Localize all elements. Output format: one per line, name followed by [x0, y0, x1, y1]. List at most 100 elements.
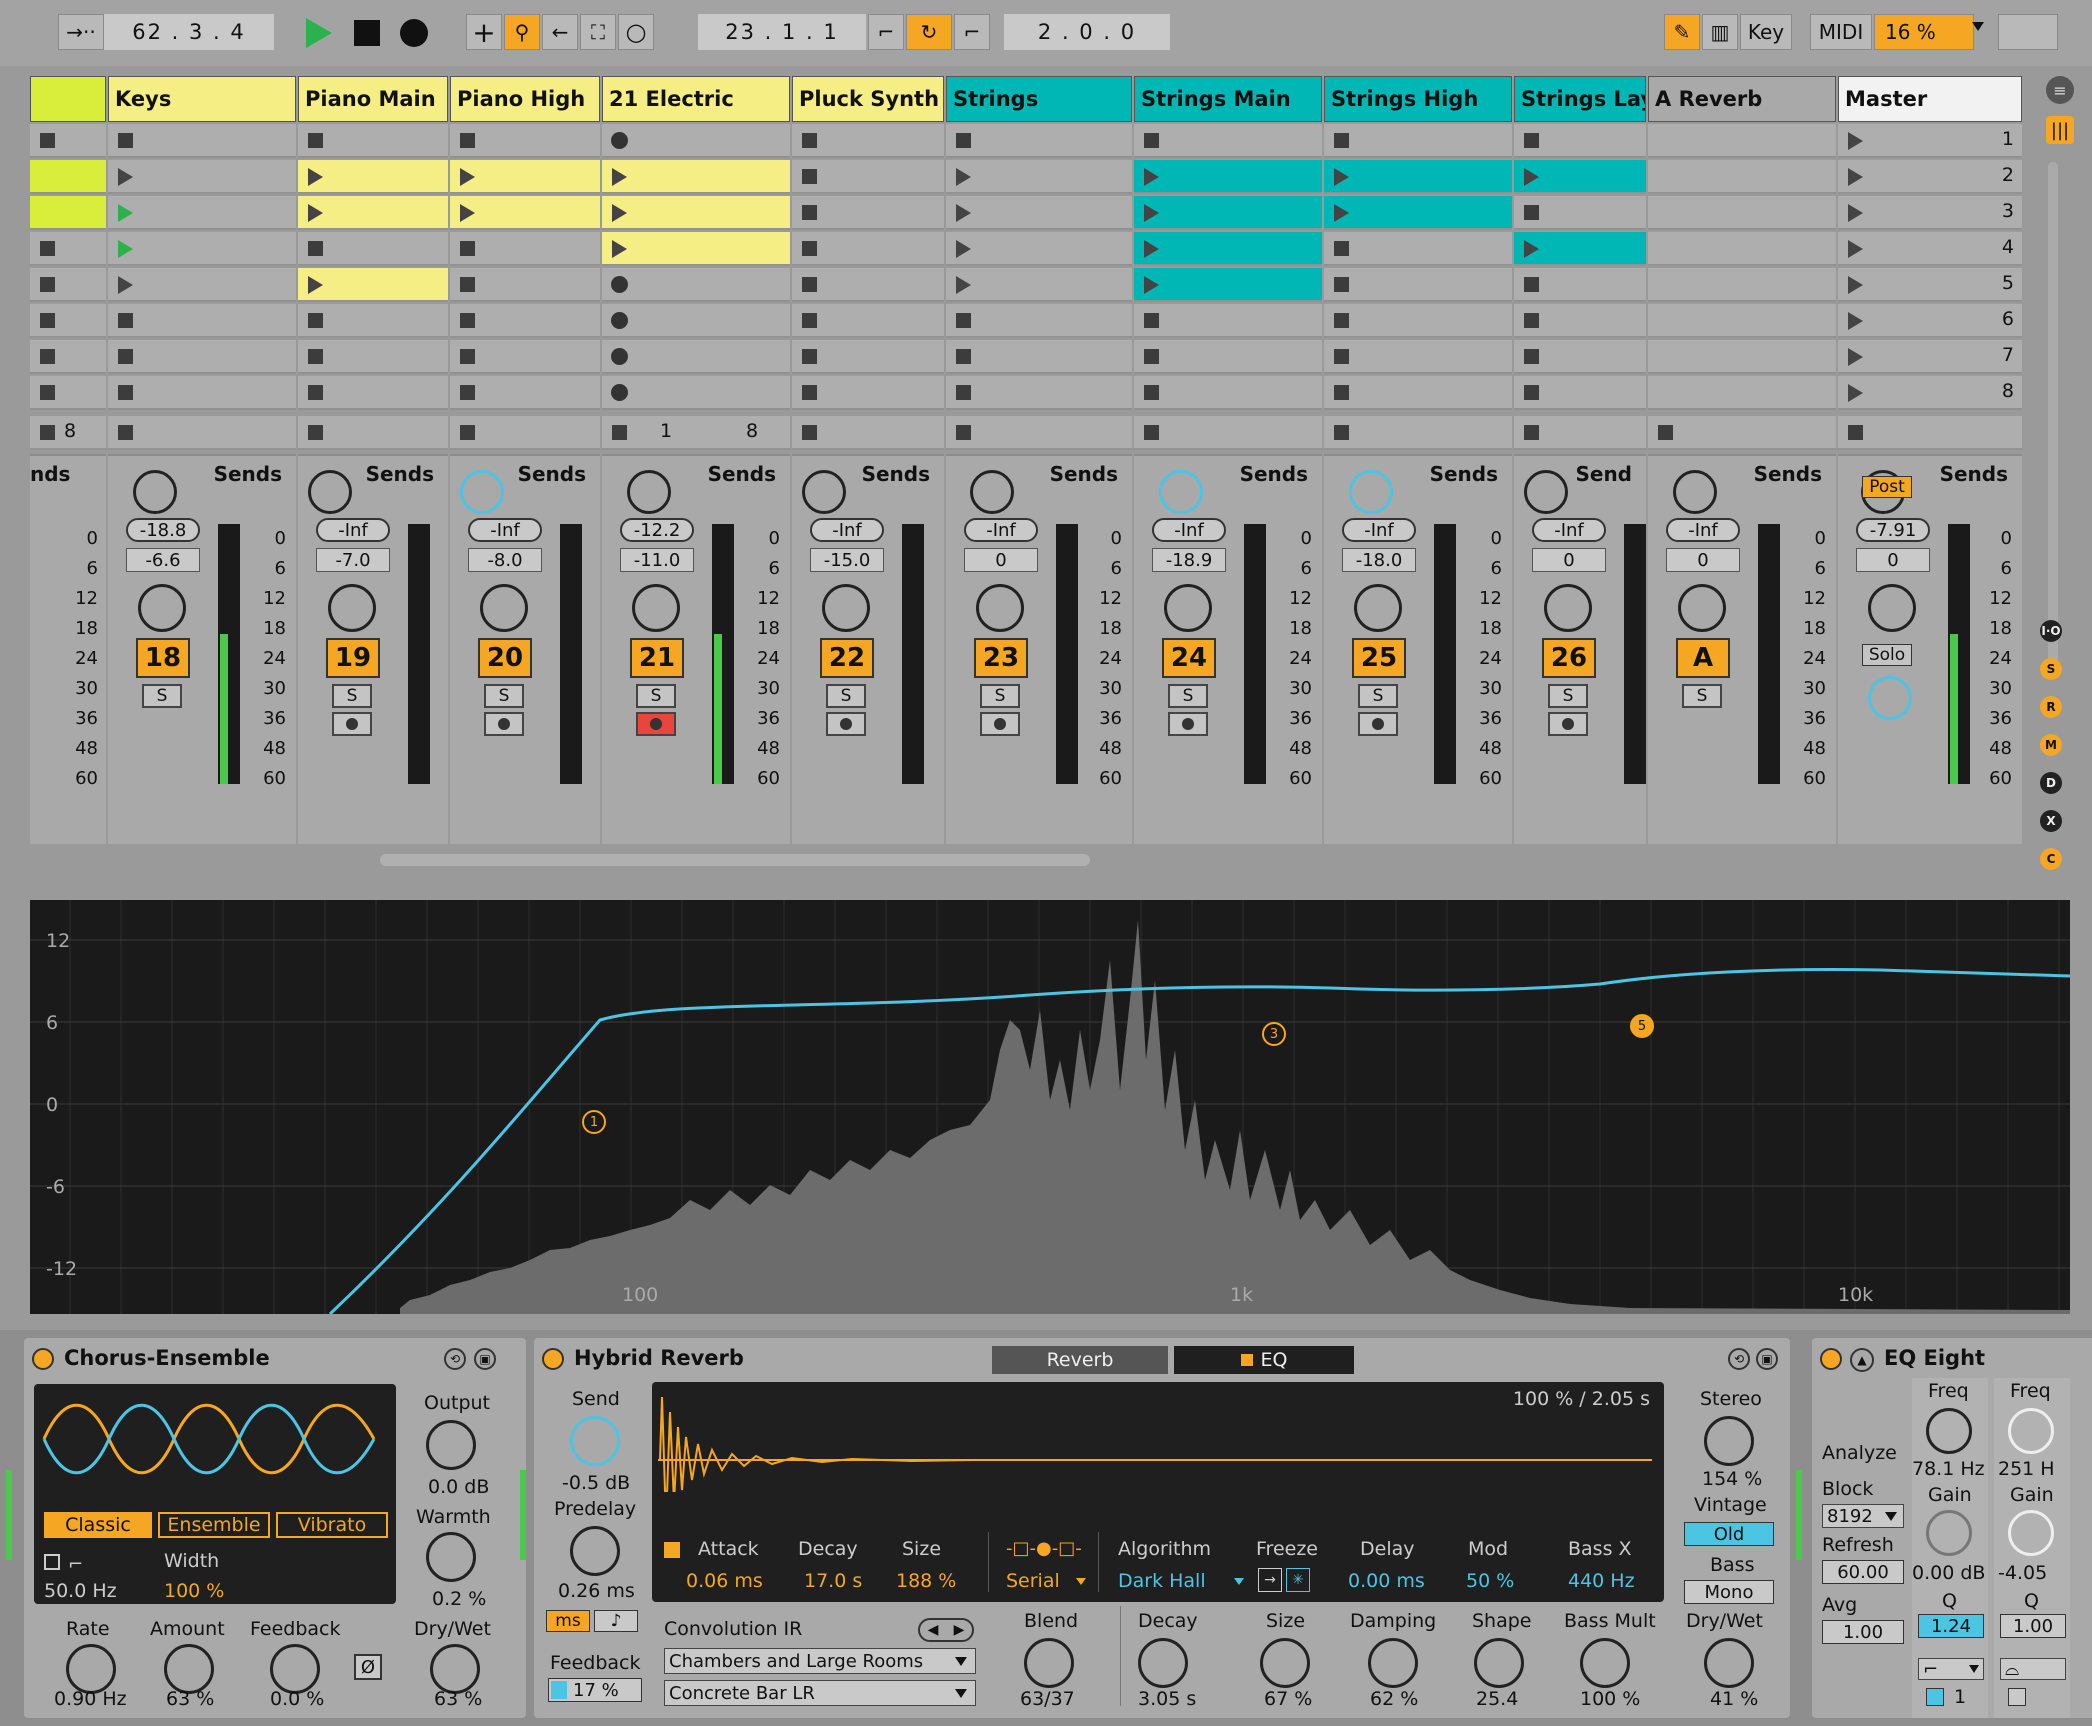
track-activator[interactable]: 19 — [326, 638, 380, 678]
chevron-down-icon[interactable] — [1076, 1578, 1086, 1585]
pan-field[interactable]: -18.9 — [1152, 548, 1226, 572]
stop-clip-icon[interactable] — [1524, 313, 1539, 328]
stereo-knob[interactable] — [1704, 1416, 1754, 1466]
freeze-icon[interactable]: ✳ — [1286, 1568, 1310, 1592]
pan-field[interactable]: -8.0 — [468, 548, 542, 572]
pan-knob[interactable] — [1354, 584, 1402, 632]
mode-ensemble-button[interactable]: Ensemble — [158, 1512, 270, 1538]
clip-slot[interactable] — [108, 340, 296, 374]
output-knob[interactable] — [426, 1420, 476, 1470]
play-clip-icon[interactable] — [460, 204, 475, 222]
send-a-knob[interactable] — [627, 470, 671, 514]
clip-slot[interactable] — [30, 232, 106, 266]
blend-knob[interactable] — [1024, 1638, 1074, 1688]
stop-clip-icon[interactable] — [802, 277, 817, 292]
track-title[interactable] — [30, 76, 106, 122]
overdub-plus-icon[interactable]: + — [466, 14, 502, 50]
clip-slot[interactable] — [946, 304, 1132, 338]
stop-clips-icon[interactable] — [460, 425, 475, 440]
record-arm-slot-icon[interactable] — [611, 348, 628, 365]
volume-field[interactable]: -Inf — [964, 518, 1038, 542]
solo-button[interactable]: S — [142, 684, 182, 708]
clip-slot[interactable] — [298, 268, 448, 302]
stop-clip-icon[interactable] — [1334, 277, 1349, 292]
clip-slot[interactable] — [450, 196, 600, 230]
clip-slot[interactable] — [1324, 196, 1512, 230]
freq2-knob[interactable] — [2008, 1408, 2054, 1454]
solo-button[interactable]: S — [1168, 684, 1208, 708]
track-activator[interactable]: 20 — [478, 638, 532, 678]
play-clip-icon[interactable] — [956, 276, 971, 294]
clip-slot[interactable] — [1648, 376, 1836, 410]
stop-clip-icon[interactable] — [460, 133, 475, 148]
play-clip-icon[interactable] — [460, 168, 475, 186]
stop-clip-icon[interactable] — [40, 313, 55, 328]
play-clip-icon[interactable] — [612, 240, 627, 258]
clip-slot[interactable] — [1514, 196, 1646, 230]
clip-slot[interactable] — [450, 304, 600, 338]
stop-clip-icon[interactable] — [308, 385, 323, 400]
play-clip-icon[interactable] — [1524, 168, 1539, 186]
size-value[interactable]: 188 % — [896, 1570, 956, 1592]
chevron-down-icon[interactable] — [955, 1657, 967, 1666]
track-activator[interactable]: 21 — [630, 638, 684, 678]
clip-slot[interactable]: 2 — [1838, 160, 2022, 194]
stop-clip-icon[interactable] — [308, 313, 323, 328]
clip-slot[interactable] — [946, 376, 1132, 410]
stop-clip-icon[interactable] — [1144, 349, 1159, 364]
stop-clip-icon[interactable] — [802, 205, 817, 220]
clip-slot[interactable] — [30, 304, 106, 338]
track-title[interactable]: Strings Laye — [1514, 76, 1646, 122]
pan-knob[interactable] — [976, 584, 1024, 632]
session-record-icon[interactable]: ○ — [618, 14, 654, 50]
send-a-knob[interactable] — [1673, 470, 1717, 514]
clip-slot[interactable] — [1324, 304, 1512, 338]
stop-clip-icon[interactable] — [802, 241, 817, 256]
stop-all-row[interactable] — [1648, 416, 1836, 450]
pan-knob[interactable] — [1678, 584, 1726, 632]
volume-field[interactable]: -7.91 — [1856, 518, 1930, 542]
mixer-toggle-6[interactable]: C — [2040, 848, 2062, 870]
track-title[interactable]: Strings High — [1324, 76, 1512, 122]
stop-clip-icon[interactable] — [1524, 385, 1539, 400]
mixer-toggle-5[interactable]: X — [2040, 810, 2062, 832]
pan-field[interactable]: -7.0 — [316, 548, 390, 572]
clip-slot[interactable] — [1324, 124, 1512, 158]
arm-button[interactable] — [1358, 712, 1398, 736]
send-a-knob[interactable] — [1524, 470, 1568, 514]
chevron-down-icon[interactable] — [1885, 1512, 1897, 1521]
stop-clips-icon[interactable] — [40, 425, 55, 440]
attack-toggle[interactable] — [664, 1542, 680, 1558]
volume-field[interactable]: -Inf — [1666, 518, 1740, 542]
send-a-knob[interactable] — [133, 470, 177, 514]
play-clip-icon[interactable] — [1848, 384, 1863, 402]
clip-slot[interactable] — [1514, 160, 1646, 194]
clip-slot[interactable] — [1514, 376, 1646, 410]
pan-field[interactable]: -18.0 — [1342, 548, 1416, 572]
pan-knob[interactable] — [1164, 584, 1212, 632]
stop-clip-icon[interactable] — [1524, 277, 1539, 292]
filter-type-select[interactable]: ⌐ — [1918, 1658, 1984, 1680]
clip-slot[interactable] — [30, 196, 106, 230]
pan-field[interactable]: 0 — [1856, 548, 1930, 572]
stop-all-row[interactable] — [108, 416, 296, 450]
clip-slot[interactable] — [1514, 268, 1646, 302]
routing-value[interactable]: Serial — [1006, 1570, 1060, 1592]
stop-clips-icon[interactable] — [1334, 425, 1349, 440]
volume-field[interactable]: -Inf — [1152, 518, 1226, 542]
send-a-knob[interactable] — [460, 470, 504, 514]
track-activator[interactable]: 24 — [1162, 638, 1216, 678]
avg-field[interactable]: 1.00 — [1822, 1620, 1904, 1644]
clip-slot[interactable] — [450, 232, 600, 266]
width-value[interactable]: 100 % — [164, 1580, 224, 1602]
record-arm-slot-icon[interactable] — [611, 312, 628, 329]
decay2-knob[interactable] — [1138, 1638, 1188, 1688]
clip-slot[interactable] — [30, 124, 106, 158]
clip-slot[interactable] — [298, 160, 448, 194]
clip-slot[interactable] — [108, 232, 296, 266]
clip-slot[interactable] — [602, 268, 790, 302]
stop-clip-icon[interactable] — [40, 133, 55, 148]
chevron-down-icon[interactable] — [1969, 1665, 1979, 1673]
clip-slot[interactable] — [1324, 340, 1512, 374]
solo-button[interactable]: S — [1358, 684, 1398, 708]
